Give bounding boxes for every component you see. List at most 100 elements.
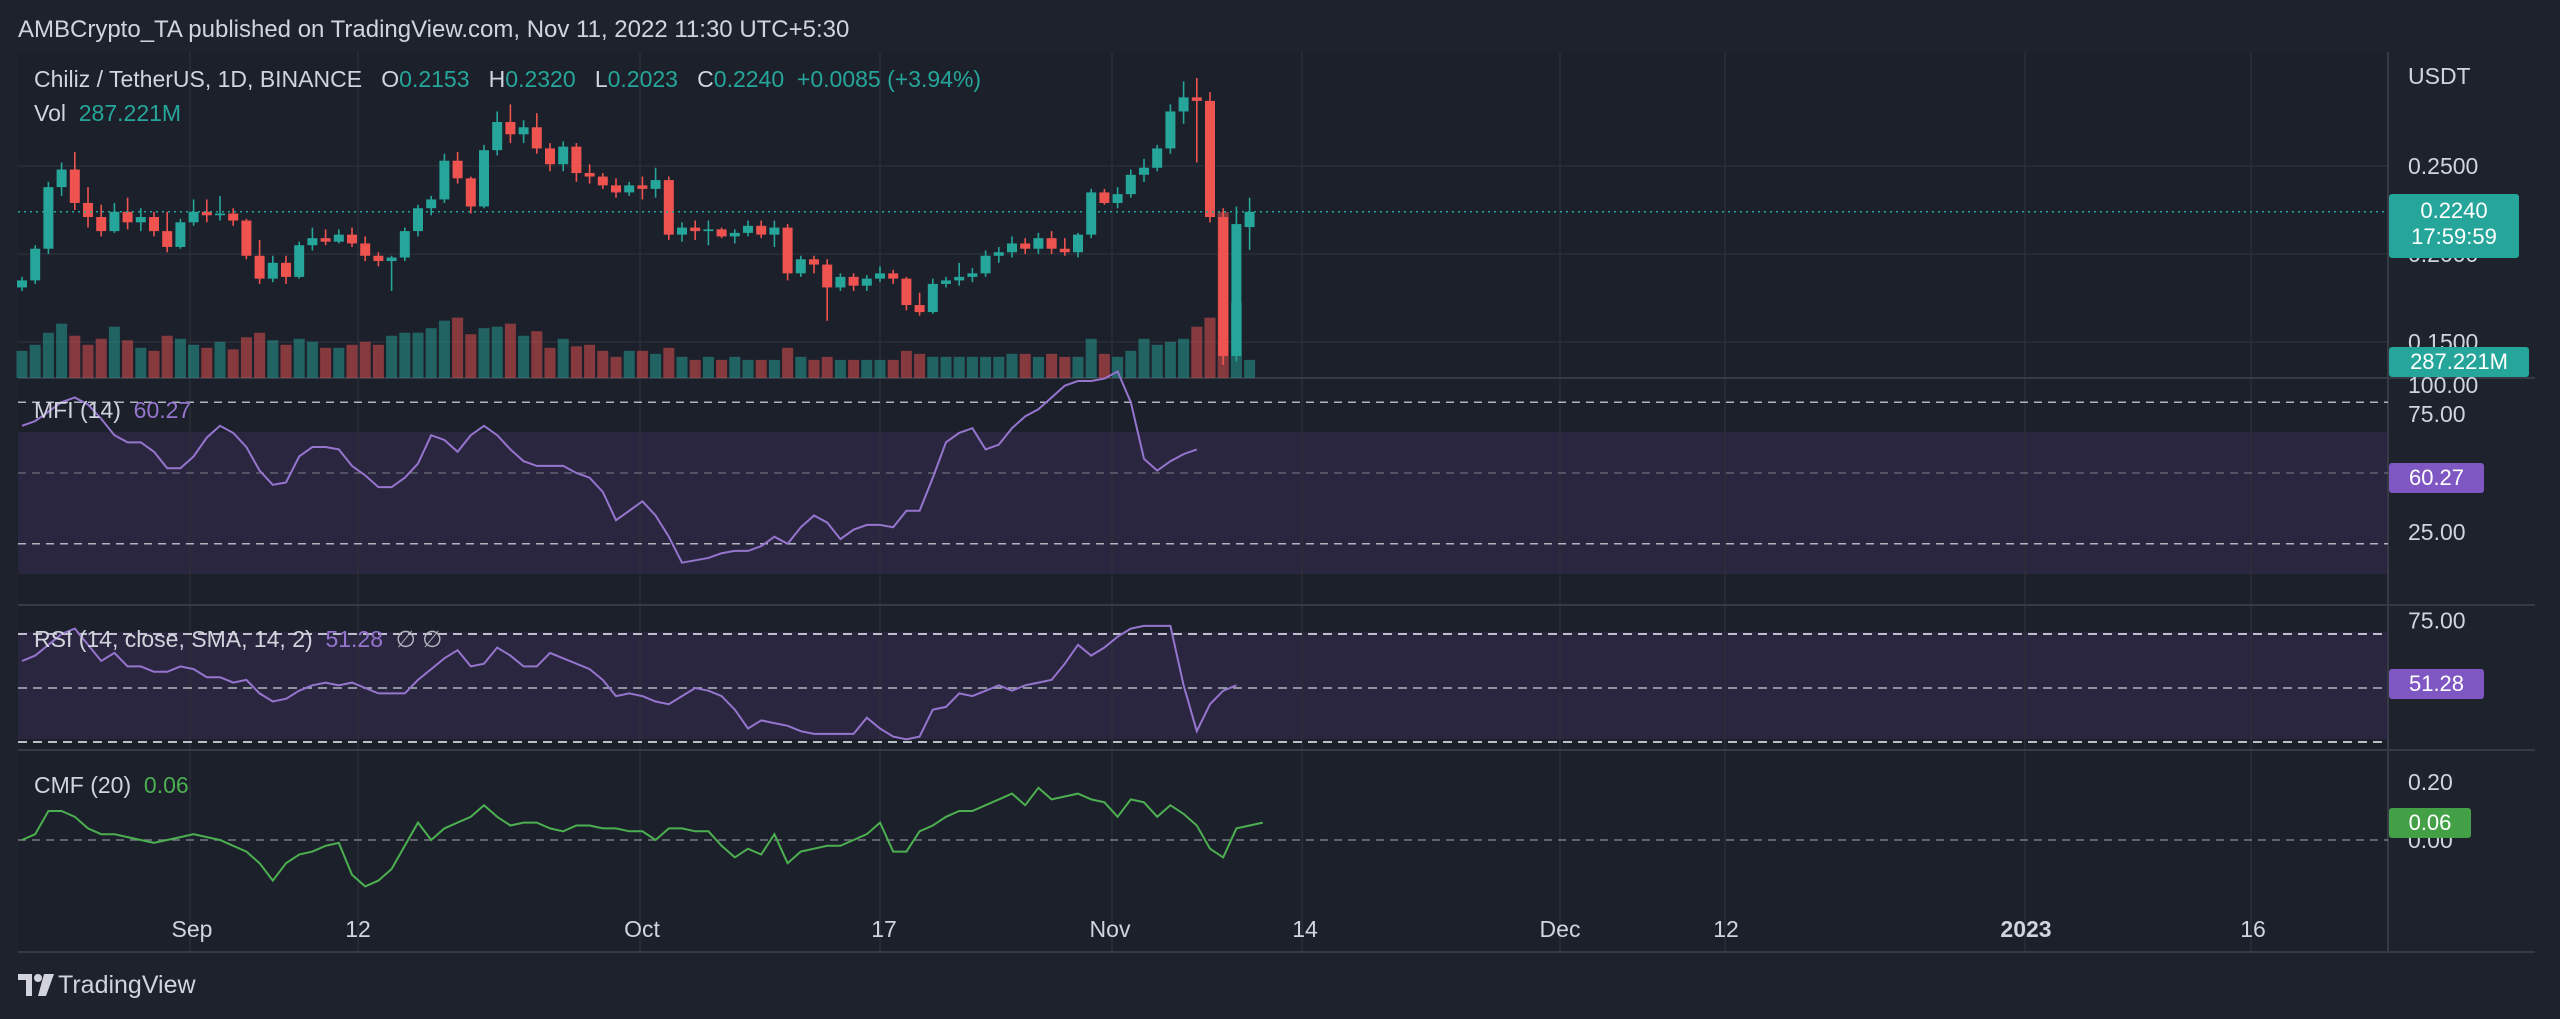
candle-body	[729, 232, 740, 237]
candle-body	[663, 180, 674, 235]
volume-bar	[1006, 353, 1018, 378]
volume-bar	[544, 347, 556, 378]
candle-body	[254, 255, 265, 279]
candle-body	[545, 148, 555, 165]
candle-body	[1125, 174, 1136, 195]
volume-bar	[1085, 338, 1097, 378]
candle-body	[782, 227, 793, 274]
volume-bar	[663, 347, 675, 378]
volume-bar	[1191, 326, 1203, 378]
candle-body	[333, 234, 344, 242]
rsi-legend: RSI (14, close, SMA, 14, 2) 51.28 ∅ ∅	[34, 626, 442, 653]
volume-label[interactable]: Vol	[34, 100, 66, 126]
candle-body	[56, 169, 67, 188]
volume-bar	[1059, 356, 1071, 378]
candle-body	[439, 160, 450, 200]
candle-body	[1218, 217, 1229, 357]
time-tick-label: 17	[871, 916, 897, 942]
volume-bar	[887, 359, 899, 378]
rsi-label[interactable]: RSI (14, close, SMA, 14, 2)	[34, 626, 313, 652]
time-tick-label: Sep	[172, 916, 213, 942]
volume-bar	[161, 335, 173, 378]
volume-bar	[188, 344, 200, 378]
candle-body	[294, 245, 305, 277]
candle-body	[584, 173, 595, 177]
candle-body	[228, 213, 239, 221]
volume-bar	[412, 332, 424, 378]
rsi-badge: 51.28	[2389, 669, 2484, 699]
volume-bar	[504, 323, 516, 378]
candle-body	[83, 202, 93, 218]
candle-body	[1152, 148, 1163, 168]
candle-body	[188, 211, 199, 223]
mfi-label[interactable]: MFI (14)	[34, 397, 121, 423]
volume-bar	[557, 338, 569, 378]
candle-body	[1086, 192, 1097, 235]
candle-body	[795, 259, 806, 274]
candle-body	[611, 185, 621, 193]
time-tick-label: 14	[1292, 916, 1318, 942]
volume-bar	[333, 347, 345, 378]
volume-value: 287.221M	[78, 100, 182, 126]
volume-bar	[1032, 356, 1044, 378]
candle-body	[558, 146, 569, 165]
volume-bar	[861, 359, 873, 378]
time-tick-label: Oct	[624, 916, 660, 942]
candle-body	[927, 283, 938, 313]
candle-body	[1165, 111, 1176, 149]
mfi-value: 60.27	[133, 397, 192, 423]
candle-body	[980, 255, 991, 274]
volume-bar	[716, 359, 728, 378]
chart-canvas[interactable]: USDT0.25000.20000.1500100.0075.0050.0025…	[0, 0, 2560, 1019]
candle-body	[149, 217, 159, 232]
volume-bar	[531, 331, 543, 378]
cmf-badge: 0.06	[2389, 808, 2471, 838]
volume-bar	[874, 359, 886, 378]
candle-body	[743, 225, 753, 233]
mfi-tick-label: 75.00	[2408, 401, 2466, 427]
candle-body	[69, 169, 80, 203]
volume-bar	[108, 326, 120, 378]
volume-bar	[16, 350, 28, 378]
cmf-label[interactable]: CMF (20)	[34, 772, 131, 798]
candle-body	[1191, 97, 1202, 101]
cmf-legend: CMF (20) 0.06	[34, 772, 189, 799]
volume-bar	[1151, 344, 1163, 378]
candle-body	[267, 262, 278, 279]
candle-body	[967, 273, 978, 277]
volume-bar	[69, 335, 81, 378]
time-tick-label: Dec	[1540, 916, 1581, 942]
volume-bar	[597, 350, 609, 378]
volume-bar	[95, 338, 107, 378]
candle-body	[901, 278, 912, 306]
volume-bar	[702, 356, 714, 378]
candle-body	[690, 227, 701, 232]
volume-bar	[293, 338, 305, 378]
close-value: 0.2240	[713, 66, 785, 92]
candle-body	[399, 231, 410, 258]
volume-bar	[650, 353, 662, 378]
volume-bar	[174, 338, 186, 378]
candle-body	[875, 273, 885, 279]
volume-bar	[359, 341, 371, 378]
candle-body	[43, 187, 54, 249]
volume-bar	[372, 344, 384, 378]
candle-body	[96, 217, 107, 232]
candle-body	[386, 257, 397, 262]
candle-body	[307, 238, 318, 246]
candle-body	[1244, 211, 1255, 228]
close-label: C	[697, 66, 714, 92]
price-tick-label: 0.2500	[2408, 153, 2478, 179]
candle-body	[135, 217, 146, 223]
tradingview-logo-icon	[18, 974, 54, 996]
footer-brand[interactable]: TradingView	[58, 971, 196, 1000]
volume-bar	[227, 349, 239, 378]
mfi-legend: MFI (14) 60.27	[34, 397, 191, 424]
volume-bar	[914, 353, 926, 378]
symbol-label[interactable]: Chiliz / TetherUS, 1D, BINANCE	[34, 66, 362, 92]
volume-bar	[452, 317, 464, 378]
candle-body	[1112, 194, 1123, 203]
candle-body	[650, 180, 661, 189]
time-tick-label: 2023	[2000, 916, 2051, 942]
candle-body	[1020, 243, 1031, 249]
